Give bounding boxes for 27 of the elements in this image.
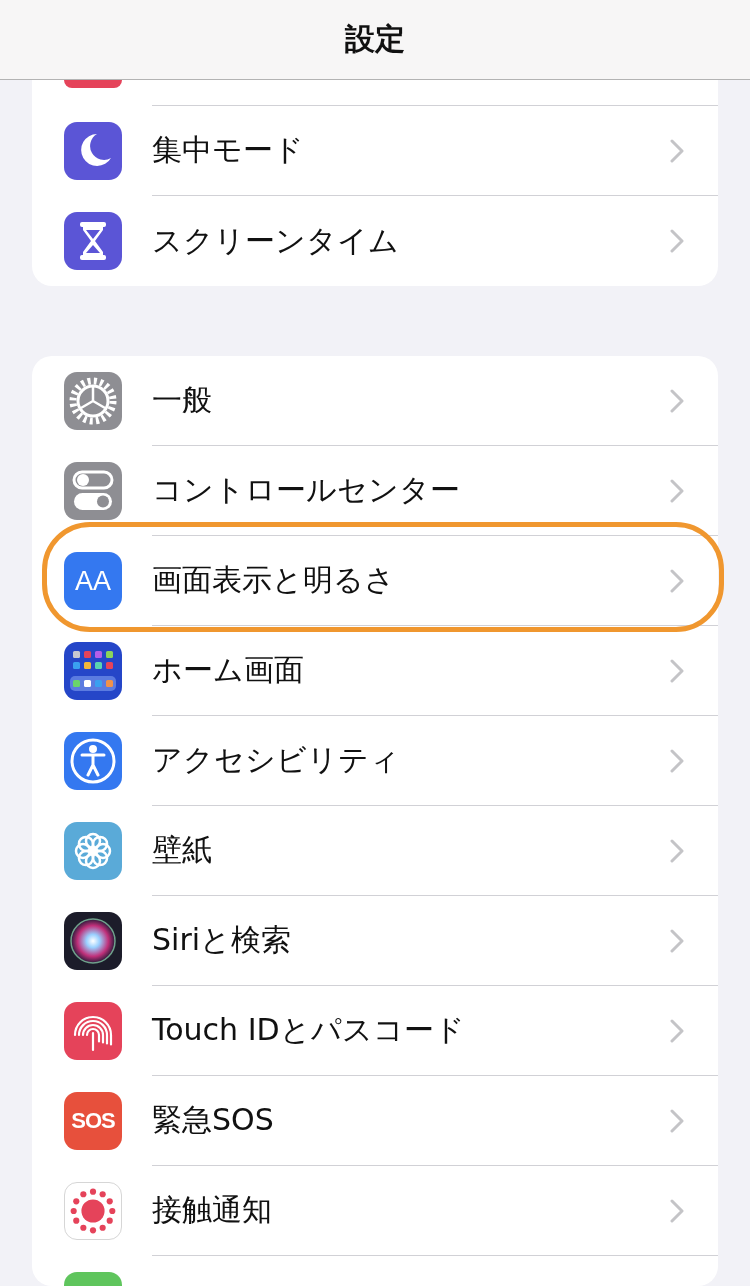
chevron-icon (670, 388, 684, 413)
chevron-icon (670, 1018, 684, 1043)
row-label: Siriと検索 (152, 921, 292, 959)
chevron-icon (670, 138, 684, 163)
row-label: ホーム画面 (152, 651, 304, 689)
row-label: 接触通知 (152, 1191, 272, 1229)
row-label: スクリーンタイム (152, 221, 399, 260)
chevron-icon (670, 1198, 684, 1223)
chevron-icon (670, 658, 684, 683)
row-label: 集中モード (152, 131, 304, 169)
sos-icon: SOS (64, 1092, 122, 1150)
row-label: 緊急SOS (152, 1101, 274, 1139)
chevron-icon (670, 838, 684, 863)
row-label: 一般 (152, 381, 212, 419)
chevron-icon (670, 568, 684, 593)
text-size-icon: AA (64, 552, 122, 610)
row-label: アクセシビリティ (152, 741, 400, 779)
chevron-icon (670, 1108, 684, 1133)
chevron-icon (670, 229, 684, 253)
chevron-icon (670, 748, 684, 773)
chevron-icon (670, 478, 684, 503)
row-label: 壁紙 (152, 831, 212, 869)
page-title: 設定 (345, 20, 405, 58)
chevron-icon (670, 928, 684, 953)
row-label: コントロールセンター (152, 471, 460, 509)
row-label: Touch IDとパスコード (152, 1011, 465, 1049)
row-label: 画面表示と明るさ (152, 561, 395, 599)
